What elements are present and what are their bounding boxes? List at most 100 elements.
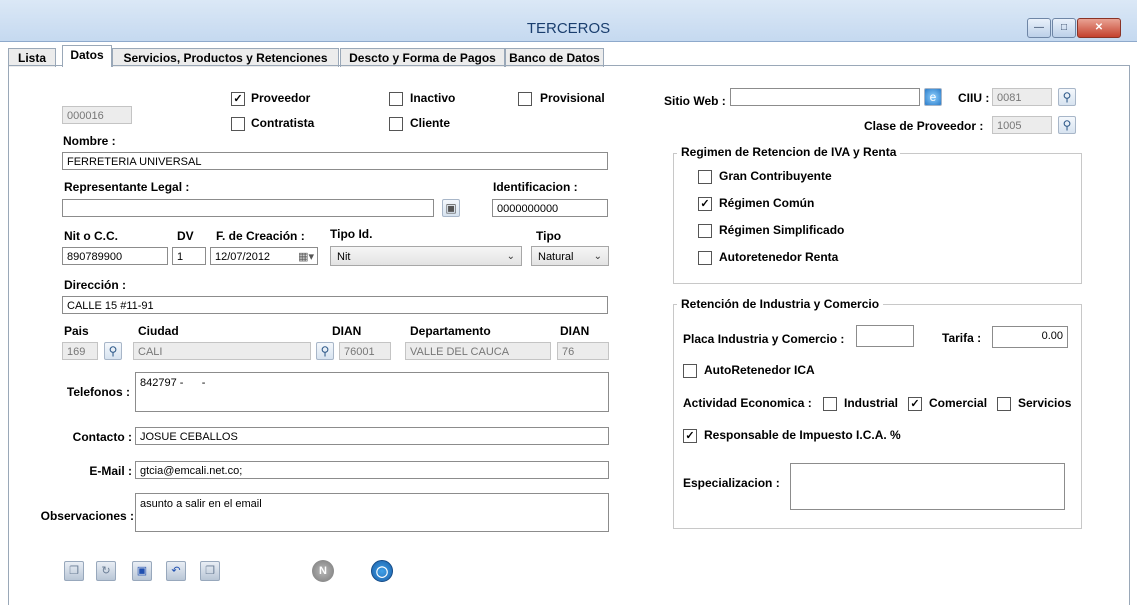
telefonos-label: Telefonos : [66, 385, 130, 399]
representante-label: Representante Legal : [64, 180, 190, 194]
ciiu-label: CIIU : [958, 91, 990, 105]
minimize-icon[interactable]: — [1027, 18, 1051, 38]
contacto-field[interactable]: JOSUE CEBALLOS [135, 427, 609, 445]
refresh-icon[interactable]: ↻ [96, 561, 116, 581]
ciudad-label: Ciudad [138, 324, 179, 338]
ica-title: Retención de Industria y Comercio [677, 297, 884, 311]
regimen-simplificado-checkbox[interactable] [698, 224, 712, 238]
tab-divider [8, 65, 1130, 66]
tipo-value: Natural [538, 251, 574, 263]
code-field[interactable]: 000016 [62, 106, 132, 124]
placa-label: Placa Industria y Comercio : [683, 332, 845, 346]
tipo-label: Tipo [536, 229, 562, 243]
industrial-checkbox[interactable] [823, 397, 837, 411]
gran-contribuyente-label: Gran Contribuyente [719, 169, 832, 183]
fecha-label: F. de Creación : [216, 229, 305, 243]
tab-datos[interactable]: Datos [62, 45, 112, 67]
regimen-title: Regimen de Retencion de IVA y Renta [677, 145, 901, 159]
nombre-field[interactable]: FERRETERIA UNIVERSAL [62, 152, 608, 170]
especializacion-field[interactable] [790, 463, 1065, 510]
chevron-down-icon: ⌄ [593, 251, 602, 262]
direccion-label: Dirección : [64, 278, 127, 292]
autoretenedor-renta-checkbox[interactable] [698, 251, 712, 265]
fecha-field[interactable]: 12/07/2012 ▦▾ [210, 247, 318, 265]
autoretenedor-renta-label: Autoretenedor Renta [719, 250, 839, 264]
camera-icon[interactable]: ▣ [442, 199, 460, 217]
comercial-label: Comercial [929, 396, 988, 410]
contratista-label: Contratista [251, 116, 315, 130]
globe-icon[interactable]: ◯ [371, 560, 393, 582]
new-record-button[interactable]: N [312, 560, 334, 582]
observaciones-field[interactable]: asunto a salir en el email [135, 493, 609, 532]
calendar-icon[interactable]: ▦▾ [298, 248, 314, 264]
proveedor-checkbox[interactable]: ✓ [231, 92, 245, 106]
regimen-comun-checkbox[interactable]: ✓ [698, 197, 712, 211]
ciudad-field[interactable]: CALI [133, 342, 311, 360]
copy-icon[interactable]: ❐ [200, 561, 220, 581]
proveedor-label: Proveedor [251, 91, 311, 105]
email-label: E-Mail : [89, 464, 132, 478]
departamento-field[interactable]: VALLE DEL CAUCA [405, 342, 551, 360]
close-icon[interactable]: ✕ [1077, 18, 1121, 38]
tipo-id-value: Nit [337, 251, 351, 263]
pais-label: Pais [64, 324, 89, 338]
save-icon[interactable]: ▣ [132, 561, 152, 581]
dian1-field[interactable]: 76001 [339, 342, 391, 360]
tipo-id-select[interactable]: Nit ⌄ [330, 246, 522, 266]
clase-proveedor-field[interactable]: 1005 [992, 116, 1052, 134]
servicios-checkbox[interactable] [997, 397, 1011, 411]
representante-field[interactable] [62, 199, 434, 217]
nit-field[interactable]: 890789900 [62, 247, 168, 265]
pais-field[interactable]: 169 [62, 342, 98, 360]
contacto-label: Contacto : [72, 430, 132, 444]
provisional-label: Provisional [540, 91, 605, 105]
cliente-label: Cliente [410, 116, 451, 130]
tarifa-field[interactable]: 0.00 [992, 326, 1068, 348]
autoretenedor-ica-checkbox[interactable] [683, 364, 697, 378]
fecha-value: 12/07/2012 [215, 251, 271, 263]
frame-border [8, 65, 9, 605]
servicios-label: Servicios [1018, 396, 1072, 410]
direccion-field[interactable]: CALLE 15 #11-91 [62, 296, 608, 314]
telefonos-field[interactable]: 842797 - - [135, 372, 609, 412]
responsable-ica-checkbox[interactable]: ✓ [683, 429, 697, 443]
search-icon[interactable]: ⚲ [1058, 88, 1076, 106]
search-icon[interactable]: ⚲ [1058, 116, 1076, 134]
copy-icon[interactable]: ❐ [64, 561, 84, 581]
inactivo-checkbox[interactable] [389, 92, 403, 106]
observaciones-label: Observaciones : [40, 509, 134, 523]
tarifa-label: Tarifa : [942, 331, 982, 345]
actividad-label: Actividad Economica : [683, 396, 812, 410]
regimen-comun-label: Régimen Común [719, 196, 815, 210]
frame-border [1129, 65, 1130, 605]
identificacion-field[interactable]: 0000000000 [492, 199, 608, 217]
tipo-id-label: Tipo Id. [330, 227, 373, 241]
tipo-select[interactable]: Natural ⌄ [531, 246, 609, 266]
gran-contribuyente-checkbox[interactable] [698, 170, 712, 184]
maximize-icon[interactable]: □ [1052, 18, 1076, 38]
globe-icon[interactable]: e [924, 88, 942, 106]
contratista-checkbox[interactable] [231, 117, 245, 131]
identificacion-label: Identificacion : [493, 180, 578, 194]
industrial-label: Industrial [844, 396, 899, 410]
dv-field[interactable]: 1 [172, 247, 206, 265]
dian2-field[interactable]: 76 [557, 342, 609, 360]
clase-proveedor-label: Clase de Proveedor : [864, 119, 984, 133]
autoretenedor-ica-label: AutoRetenedor ICA [704, 363, 815, 377]
nit-label: Nit o C.C. [64, 229, 118, 243]
comercial-checkbox[interactable]: ✓ [908, 397, 922, 411]
email-field[interactable]: gtcia@emcali.net.co; [135, 461, 609, 479]
ciiu-field[interactable]: 0081 [992, 88, 1052, 106]
search-icon[interactable]: ⚲ [104, 342, 122, 360]
sitio-web-field[interactable] [730, 88, 920, 106]
inactivo-label: Inactivo [410, 91, 456, 105]
undo-icon[interactable]: ↶ [166, 561, 186, 581]
nombre-label: Nombre : [63, 134, 116, 148]
provisional-checkbox[interactable] [518, 92, 532, 106]
especializacion-label: Especializacion : [683, 476, 780, 490]
placa-field[interactable] [856, 325, 914, 347]
dv-label: DV [177, 229, 194, 243]
search-icon[interactable]: ⚲ [316, 342, 334, 360]
cliente-checkbox[interactable] [389, 117, 403, 131]
sitio-web-label: Sitio Web : [664, 94, 726, 108]
